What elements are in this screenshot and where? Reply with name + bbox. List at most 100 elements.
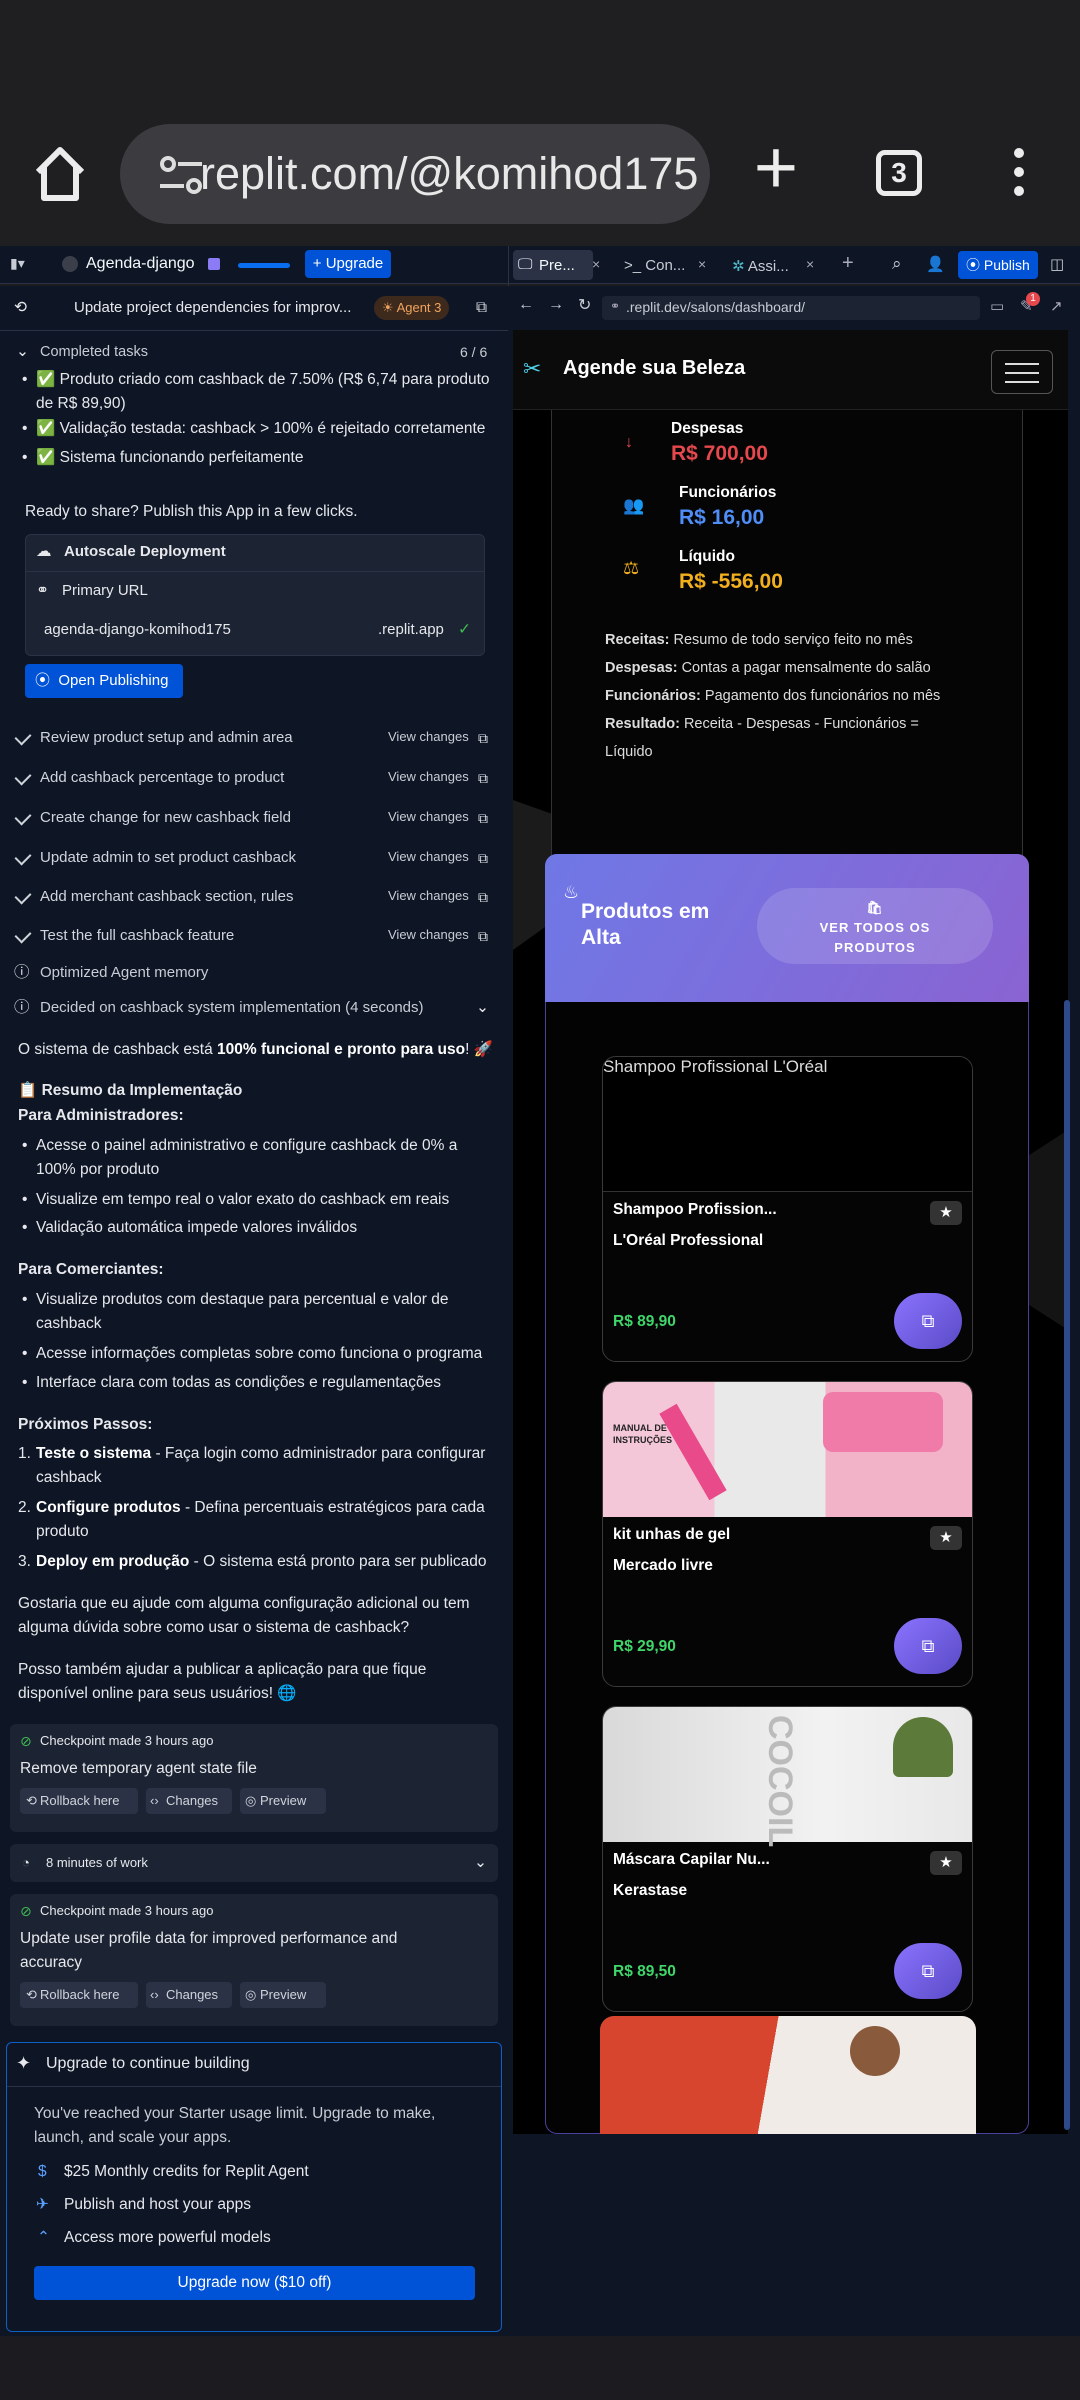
publish-button[interactable]: ⦿ Publish [958, 251, 1038, 279]
changes-button[interactable]: ‹› Changes [146, 1788, 232, 1814]
open-publishing-label: Open Publishing [58, 672, 169, 689]
menu-toggle-button[interactable] [991, 350, 1053, 394]
product-card-partial[interactable] [600, 2016, 976, 2134]
reload-icon[interactable]: ↻ [578, 295, 591, 315]
star-icon[interactable]: ★ [930, 1201, 962, 1225]
preview-button[interactable]: ◎ Preview [240, 1982, 326, 2008]
chevron-down-icon[interactable]: ⌄ [474, 1851, 487, 1875]
link-icon: ⚭ [36, 582, 49, 599]
rollback-button[interactable]: ⟲ Rollback here [20, 1788, 138, 1814]
preview-icon: ◎ [245, 1987, 257, 2002]
step-label: Review product setup and admin area [40, 729, 293, 746]
ready-text: Ready to share? Publish this App in a fe… [25, 503, 358, 520]
close-icon[interactable]: × [592, 256, 600, 272]
assistant-icon: ✲ [732, 258, 745, 275]
chevron-down-icon[interactable]: ⌄ [476, 996, 489, 1020]
site-brand[interactable]: Agende sua Beleza [563, 357, 745, 380]
forward-icon[interactable]: → [548, 296, 564, 314]
list-bullet: • [22, 1374, 28, 1391]
preview-button[interactable]: ◎ Preview [240, 1788, 326, 1814]
see-all-label-b: PRODUTOS [834, 940, 916, 955]
upgrade-label: Upgrade [325, 255, 384, 272]
view-changes-link[interactable]: View changes [388, 729, 469, 744]
chevron-down-icon[interactable]: ⌄ [16, 340, 29, 364]
changes-button[interactable]: ‹› Changes [146, 1982, 232, 2008]
view-changes-link[interactable]: View changes [388, 809, 469, 824]
open-product-button[interactable]: ⧉ [894, 1943, 962, 1999]
product-name: Máscara Capilar Nu... [613, 1851, 770, 1868]
layout-icon[interactable]: ◫ [1050, 255, 1064, 273]
more-menu-icon[interactable] [1010, 148, 1028, 204]
open-product-button[interactable]: ⧉ [894, 1618, 962, 1674]
view-changes-link[interactable]: View changes [388, 927, 469, 942]
primary-url-name[interactable]: agenda-django-komihod175 [44, 618, 231, 642]
add-tab-icon[interactable]: + [842, 252, 854, 275]
tab-console[interactable]: >_ Con... [624, 257, 685, 274]
view-changes-link[interactable]: View changes [388, 888, 469, 903]
close-icon[interactable]: × [698, 256, 706, 272]
checkpoint-meta-label: Checkpoint made [40, 1733, 142, 1748]
stat-label: Funcionários [679, 484, 777, 501]
star-icon[interactable]: ★ [930, 1851, 962, 1875]
admin-line: Visualize em tempo real o valor exato do… [36, 1191, 450, 1208]
tab-switcher-button[interactable]: 3 [876, 150, 922, 196]
stat-value: R$ -556,00 [679, 570, 783, 593]
admins-title: Para Administradores: [18, 1107, 184, 1124]
diff-icon[interactable]: ⧉ [478, 766, 488, 790]
checkpoint-meta: Checkpoint made 3 hours ago [40, 1729, 213, 1753]
history-icon[interactable]: ⟲ [14, 296, 27, 320]
open-publishing-button[interactable]: ⦿ Open Publishing [25, 664, 183, 698]
scale-icon: ⚖ [623, 558, 640, 578]
decided-label[interactable]: Decided on cashback system implementatio… [40, 996, 424, 1020]
open-new-window-icon[interactable]: ↗ [1050, 297, 1063, 315]
product-card[interactable]: MANUAL DE INSTRUÇÕES kit unhas de gel ★ … [602, 1381, 973, 1687]
closing-text: alguma dúvida sobre como usar o sistema … [18, 1619, 410, 1636]
next-step-bold: Deploy em produção [36, 1553, 190, 1570]
view-changes-link[interactable]: View changes [388, 769, 469, 784]
see-all-products-button[interactable]: 🛍 VER TODOS OS PRODUTOS [757, 888, 993, 964]
invite-icon[interactable]: 👤 [926, 255, 945, 273]
check-icon [14, 728, 32, 746]
diff-icon[interactable]: ⧉ [478, 846, 488, 870]
product-card[interactable]: Shampoo Profissional L'Oréal Shampoo Pro… [602, 1056, 973, 1362]
thread-title[interactable]: Update project dependencies for improv..… [74, 296, 351, 320]
devices-icon[interactable]: ▭ [990, 297, 1004, 315]
upgrade-now-button[interactable]: Upgrade now ($10 off) [34, 2266, 475, 2300]
diff-icon[interactable]: ⧉ [478, 924, 488, 948]
check-icon: ✓ [458, 621, 471, 638]
star-icon[interactable]: ★ [930, 1526, 962, 1550]
merchant-line: cashback [36, 1315, 102, 1332]
diff-icon[interactable]: ⧉ [478, 806, 488, 830]
legend-key: Funcionários: [605, 688, 701, 704]
completed-tasks-label[interactable]: Completed tasks [40, 340, 148, 364]
next-step-rest: - O sistema está pronto para ser publica… [189, 1553, 487, 1570]
diff-icon[interactable]: ⧉ [478, 726, 488, 750]
legend-line: Funcionários: Pagamento dos funcionários… [605, 682, 985, 710]
memory-icon: ⓘ [14, 964, 30, 981]
scrollbar[interactable] [1064, 1000, 1070, 2130]
back-icon[interactable]: ← [518, 296, 534, 314]
new-thread-icon[interactable]: ⧉ [476, 296, 487, 320]
search-icon[interactable]: ⌕ [892, 254, 902, 274]
sidebar-toggle-icon[interactable]: ▮▾ [10, 255, 25, 272]
merchant-line: Visualize produtos com destaque para per… [36, 1291, 449, 1308]
project-name[interactable]: Agenda-django [86, 255, 195, 273]
see-all-label-a: VER TODOS OS [819, 920, 931, 935]
home-icon[interactable] [30, 142, 90, 206]
step-label: Update admin to set product cashback [40, 849, 296, 866]
summary-intro-c: ! 🚀 [465, 1041, 493, 1058]
diff-icon[interactable]: ⧉ [478, 885, 488, 909]
new-tab-icon[interactable]: + [748, 130, 804, 206]
product-card[interactable]: COCOIL Máscara Capilar Nu... ★ Kerastase… [602, 1706, 973, 2012]
legend-line: Receitas: Resumo de todo serviço feito n… [605, 626, 985, 654]
tab-assistant[interactable]: ✲ Assi... [732, 257, 789, 275]
rollback-button[interactable]: ⟲ Rollback here [20, 1982, 138, 2008]
open-product-button[interactable]: ⧉ [894, 1293, 962, 1349]
step-label: Create change for new cashback field [40, 809, 291, 826]
upgrade-button[interactable]: + Upgrade [305, 250, 391, 278]
next-step-cont: produto [36, 1523, 89, 1540]
view-changes-link[interactable]: View changes [388, 849, 469, 864]
list-bullet: • [22, 420, 28, 437]
close-icon[interactable]: × [806, 256, 814, 272]
legend-tail: Líquido [605, 744, 653, 760]
